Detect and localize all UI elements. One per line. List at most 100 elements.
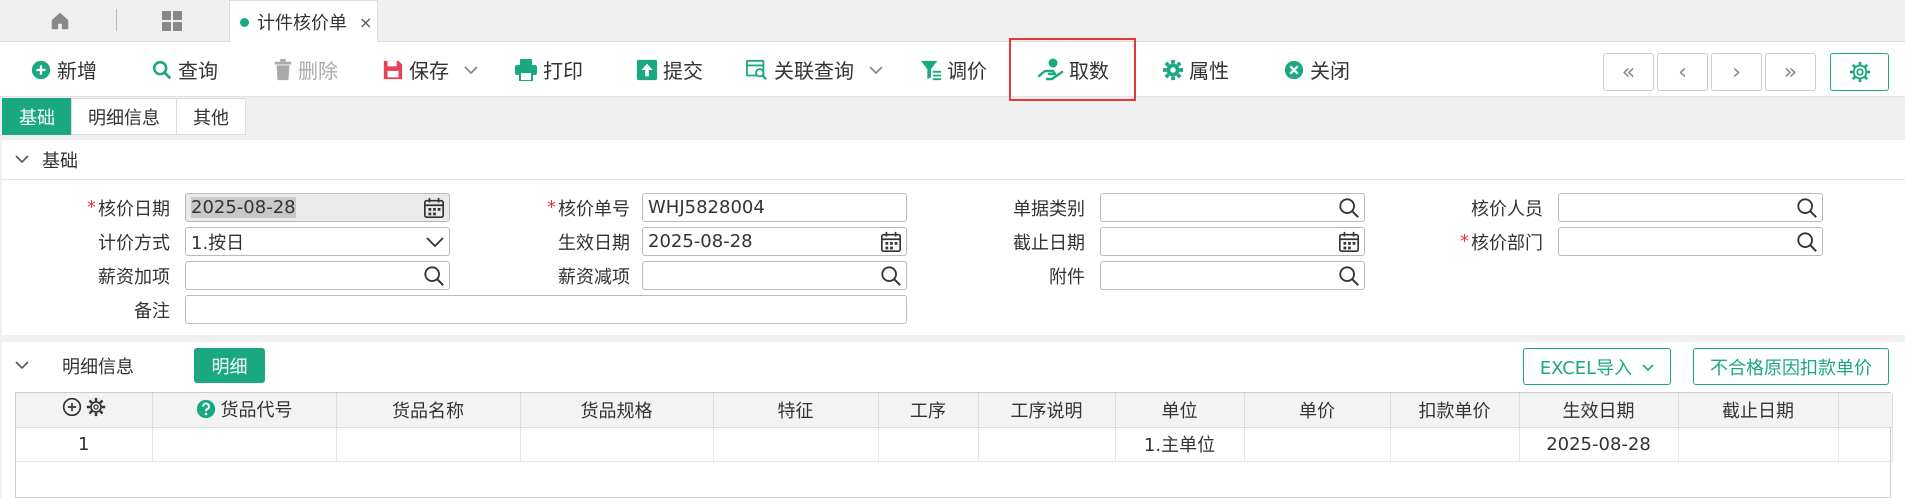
price-dept-field[interactable] xyxy=(1558,227,1823,256)
chevron-down-icon xyxy=(2,358,42,374)
chevron-down-icon[interactable] xyxy=(425,230,445,254)
pricer-label-text: 核价人员 xyxy=(1471,198,1543,220)
tab-basic[interactable]: 基础 xyxy=(2,98,72,135)
new-button[interactable]: 新增 xyxy=(30,42,97,97)
end-date-field[interactable] xyxy=(1100,227,1365,256)
price-no-field[interactable]: WHJ5828004 xyxy=(642,193,907,222)
properties-button[interactable]: 属性 xyxy=(1162,42,1229,97)
grid-header-row: 货品代号 货品名称 货品规格 特征 工序 工序说明 单位 单价 扣款单价 生效日… xyxy=(16,393,1893,428)
calendar-icon[interactable] xyxy=(423,196,445,220)
required-mark: * xyxy=(1460,231,1469,252)
tab-divider xyxy=(116,9,117,31)
pricer-field[interactable] xyxy=(1558,193,1823,222)
first-record-button[interactable]: « xyxy=(1603,53,1654,91)
search-icon[interactable] xyxy=(1338,196,1360,220)
doc-type-field[interactable] xyxy=(1100,193,1365,222)
pricer-label: 核价人员 xyxy=(1433,193,1543,222)
apps-grid-icon[interactable] xyxy=(152,0,192,42)
search-icon[interactable] xyxy=(1796,230,1818,254)
related-query-button[interactable]: 关联查询 xyxy=(745,42,883,97)
col-end-date[interactable]: 截止日期 xyxy=(1678,393,1839,428)
detail-grid: 货品代号 货品名称 货品规格 特征 工序 工序说明 单位 单价 扣款单价 生效日… xyxy=(15,392,1893,498)
help-icon[interactable] xyxy=(196,399,216,419)
detail-section-title: 明细信息 xyxy=(62,357,134,378)
next-record-button[interactable]: › xyxy=(1711,53,1762,91)
save-button[interactable]: 保存 xyxy=(382,42,478,97)
salary-sub-field[interactable] xyxy=(642,261,907,290)
salary-add-label-text: 薪资加项 xyxy=(98,266,170,288)
search-icon[interactable] xyxy=(1796,196,1818,220)
print-button[interactable]: 打印 xyxy=(514,42,583,97)
cell-process-desc[interactable] xyxy=(978,427,1116,462)
chevron-right-icon: › xyxy=(1732,59,1741,85)
cell-unit-price[interactable] xyxy=(1244,427,1391,462)
chevron-down-icon[interactable] xyxy=(869,65,883,75)
cell-process[interactable] xyxy=(878,427,979,462)
deduct-price-button[interactable]: 不合格原因扣款单价 xyxy=(1693,348,1889,385)
basic-section-header[interactable]: 基础 xyxy=(2,140,1905,180)
cell-unit[interactable]: 1.主单位 xyxy=(1115,427,1245,462)
home-icon[interactable] xyxy=(40,0,80,42)
column-settings-icon[interactable] xyxy=(86,397,106,417)
col-unit[interactable]: 单位 xyxy=(1115,393,1245,428)
chevron-down-icon[interactable] xyxy=(464,65,478,75)
tab-detail-info[interactable]: 明细信息 xyxy=(71,98,177,135)
cell-effective-date[interactable]: 2025-08-28 xyxy=(1519,427,1679,462)
price-date-label: * 核价日期 xyxy=(60,193,170,222)
search-icon[interactable] xyxy=(423,264,445,288)
close-tab-icon[interactable]: × xyxy=(359,13,372,32)
gear-icon xyxy=(1162,59,1184,80)
salary-add-field[interactable] xyxy=(185,261,450,290)
end-date-label-text: 截止日期 xyxy=(1013,232,1085,254)
col-deduct-price[interactable]: 扣款单价 xyxy=(1390,393,1520,428)
col-process[interactable]: 工序 xyxy=(878,393,979,428)
cell-goods-name[interactable] xyxy=(336,427,521,462)
price-date-field[interactable]: 2025-08-28 xyxy=(185,193,450,222)
delete-button[interactable]: 删除 xyxy=(273,42,338,97)
prev-record-button[interactable]: ‹ xyxy=(1657,53,1708,91)
col-goods-code[interactable]: 货品代号 xyxy=(152,393,337,428)
cell-goods-code[interactable] xyxy=(152,427,337,462)
col-goods-spec[interactable]: 货品规格 xyxy=(520,393,714,428)
add-row-icon[interactable] xyxy=(62,397,82,417)
tab-piece-price-sheet[interactable]: 计件核价单 × xyxy=(229,0,378,43)
attachment-field[interactable] xyxy=(1100,261,1365,290)
settings-button[interactable] xyxy=(1830,53,1889,91)
search-icon[interactable] xyxy=(880,264,902,288)
effective-date-label-text: 生效日期 xyxy=(558,232,630,254)
effective-date-field[interactable]: 2025-08-28 xyxy=(642,227,907,256)
col-feature[interactable]: 特征 xyxy=(713,393,879,428)
table-row[interactable]: 1 1.主单位 2025-08-28 xyxy=(16,427,1893,462)
cell-end-date[interactable] xyxy=(1678,427,1839,462)
last-record-button[interactable]: » xyxy=(1765,53,1816,91)
col-unit-price[interactable]: 单价 xyxy=(1244,393,1391,428)
remark-field[interactable] xyxy=(185,295,907,324)
cell-deduct-price[interactable] xyxy=(1390,427,1520,462)
pricing-method-label: 计价方式 xyxy=(60,227,170,256)
detail-button[interactable]: 明细 xyxy=(194,348,265,383)
related-query-label: 关联查询 xyxy=(774,59,854,83)
cell-feature[interactable] xyxy=(713,427,879,462)
window-tab-bar: 计件核价单 × xyxy=(0,0,1905,43)
adjust-price-button[interactable]: 调价 xyxy=(920,42,987,97)
excel-import-button[interactable]: EXCEL导入 xyxy=(1523,348,1671,385)
calendar-icon[interactable] xyxy=(1338,230,1360,254)
tab-other[interactable]: 其他 xyxy=(176,98,246,135)
trash-icon xyxy=(274,58,292,80)
submit-button[interactable]: 提交 xyxy=(636,42,703,97)
search-icon[interactable] xyxy=(1338,264,1360,288)
doc-type-label: 单据类别 xyxy=(975,193,1085,222)
section-tabs: 基础 明细信息 其他 xyxy=(2,98,246,135)
cell-goods-spec[interactable] xyxy=(520,427,714,462)
calendar-icon[interactable] xyxy=(880,230,902,254)
salary-sub-label-text: 薪资减项 xyxy=(558,266,630,288)
effective-date-label: 生效日期 xyxy=(520,227,630,256)
pricing-method-select[interactable]: 1.按日 xyxy=(185,227,450,256)
close-button[interactable]: 关闭 xyxy=(1283,42,1350,97)
query-button[interactable]: 查询 xyxy=(151,42,218,97)
price-date-value: 2025-08-28 xyxy=(191,197,296,218)
required-mark: * xyxy=(547,197,556,218)
col-process-desc[interactable]: 工序说明 xyxy=(978,393,1116,428)
col-goods-name[interactable]: 货品名称 xyxy=(336,393,521,428)
col-effective-date[interactable]: 生效日期 xyxy=(1519,393,1679,428)
